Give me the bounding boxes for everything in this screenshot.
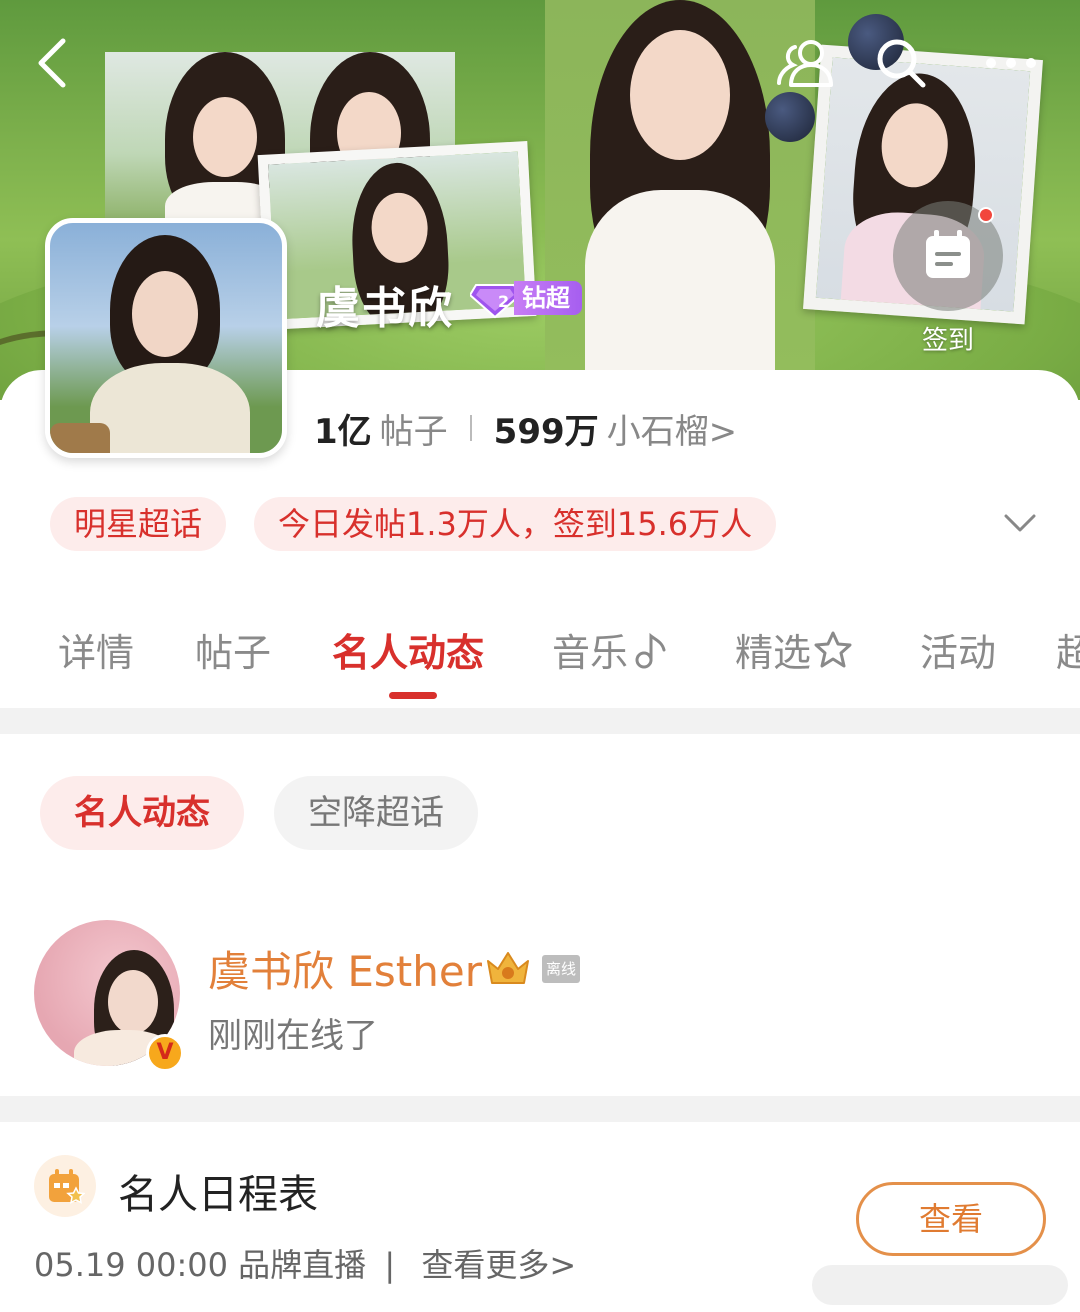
- tab-label: 精选: [735, 631, 812, 675]
- back-button[interactable]: [22, 30, 88, 96]
- music-note-icon: [635, 632, 666, 668]
- offline-badge: 离线: [541, 954, 580, 983]
- search-button[interactable]: [868, 30, 934, 96]
- section-divider: [0, 708, 1080, 734]
- search-icon: [877, 39, 926, 88]
- posts-count: 1亿: [314, 411, 372, 452]
- more-dots-icon: [986, 58, 1036, 68]
- calendar-star-icon: [49, 1169, 85, 1204]
- tab-posts[interactable]: 帖子: [195, 622, 271, 677]
- calendar-icon: [926, 230, 970, 278]
- level-badge: 2 钻超: [470, 277, 582, 319]
- tab-activities[interactable]: 活动: [920, 622, 996, 677]
- tab-label: 音乐: [552, 631, 629, 675]
- subtab-airdrop[interactable]: 空降超话: [274, 776, 478, 850]
- celebrity-name: 虞书欣 Esther: [208, 947, 482, 996]
- chevron-down-icon[interactable]: [1000, 506, 1040, 540]
- section-divider: [0, 1096, 1080, 1122]
- tab-label: 详情: [58, 631, 135, 675]
- tab-celebrity-updates[interactable]: 名人动态: [332, 622, 484, 677]
- home-indicator: [812, 1265, 1068, 1305]
- svg-text:2: 2: [498, 292, 509, 311]
- subtab-celebrity-updates[interactable]: 名人动态: [40, 776, 244, 850]
- level-badge-label: 钻超: [514, 281, 582, 315]
- category-tag[interactable]: 明星超话: [50, 497, 227, 551]
- tab-label: 活动: [920, 631, 997, 675]
- fans-count: 599万: [493, 411, 599, 452]
- diamond-icon: 2: [470, 284, 520, 319]
- celebrity-name-row[interactable]: 虞书欣 Esther 离线: [208, 938, 580, 999]
- active-tab-indicator: [389, 692, 437, 699]
- stats-divider: [469, 415, 472, 441]
- schedule-event: 品牌直播: [238, 1246, 367, 1284]
- tab-label: 帖子: [195, 631, 272, 675]
- schedule-title: 名人日程表: [118, 1172, 318, 1218]
- tab-super-partial[interactable]: 超: [1056, 622, 1080, 677]
- posts-label: 帖子: [379, 411, 448, 452]
- tab-details[interactable]: 详情: [58, 622, 134, 677]
- group-icon: [777, 40, 833, 87]
- more-button[interactable]: [978, 30, 1044, 96]
- crown-icon: [486, 951, 529, 984]
- fans-link[interactable]: 599万 小石榴>: [494, 404, 737, 453]
- stats-row: 1亿 帖子 599万 小石榴>: [314, 404, 737, 452]
- checkin-label: 签到: [921, 326, 974, 356]
- fans-label: 小石榴>: [606, 411, 738, 452]
- super-topic-title: 虞书欣: [316, 283, 454, 334]
- view-schedule-button[interactable]: 查看: [856, 1182, 1046, 1256]
- tab-label: 名人动态: [332, 631, 485, 675]
- tab-music[interactable]: 音乐: [552, 622, 670, 677]
- schedule-line: 05.19 00:00 品牌直播 | 查看更多>: [34, 1240, 576, 1286]
- schedule-separator: |: [384, 1246, 396, 1284]
- tab-label: 超: [1056, 631, 1080, 675]
- activity-tag[interactable]: 今日发帖1.3万人，签到15.6万人: [254, 497, 777, 551]
- sparkle-badge-icon: [814, 631, 852, 667]
- tab-bar: 详情 帖子 名人动态 音乐 精选 活动 超: [0, 622, 1080, 682]
- members-button[interactable]: [772, 30, 838, 96]
- tag-row: 明星超话 今日发帖1.3万人，签到15.6万人: [50, 497, 777, 551]
- notification-dot: [978, 207, 994, 223]
- tab-featured[interactable]: 精选: [735, 622, 853, 677]
- berry-decoration: [765, 92, 815, 142]
- schedule-datetime: 05.19 00:00: [34, 1246, 228, 1284]
- schedule-more-link[interactable]: 查看更多>: [421, 1246, 576, 1284]
- super-topic-avatar[interactable]: [45, 218, 287, 458]
- chevron-left-icon: [38, 38, 66, 88]
- verified-badge: V: [146, 1034, 184, 1072]
- schedule-icon-wrap: [34, 1155, 96, 1217]
- celebrity-status: 刚刚在线了: [208, 1016, 378, 1056]
- subtab-row: 名人动态 空降超话: [40, 776, 478, 850]
